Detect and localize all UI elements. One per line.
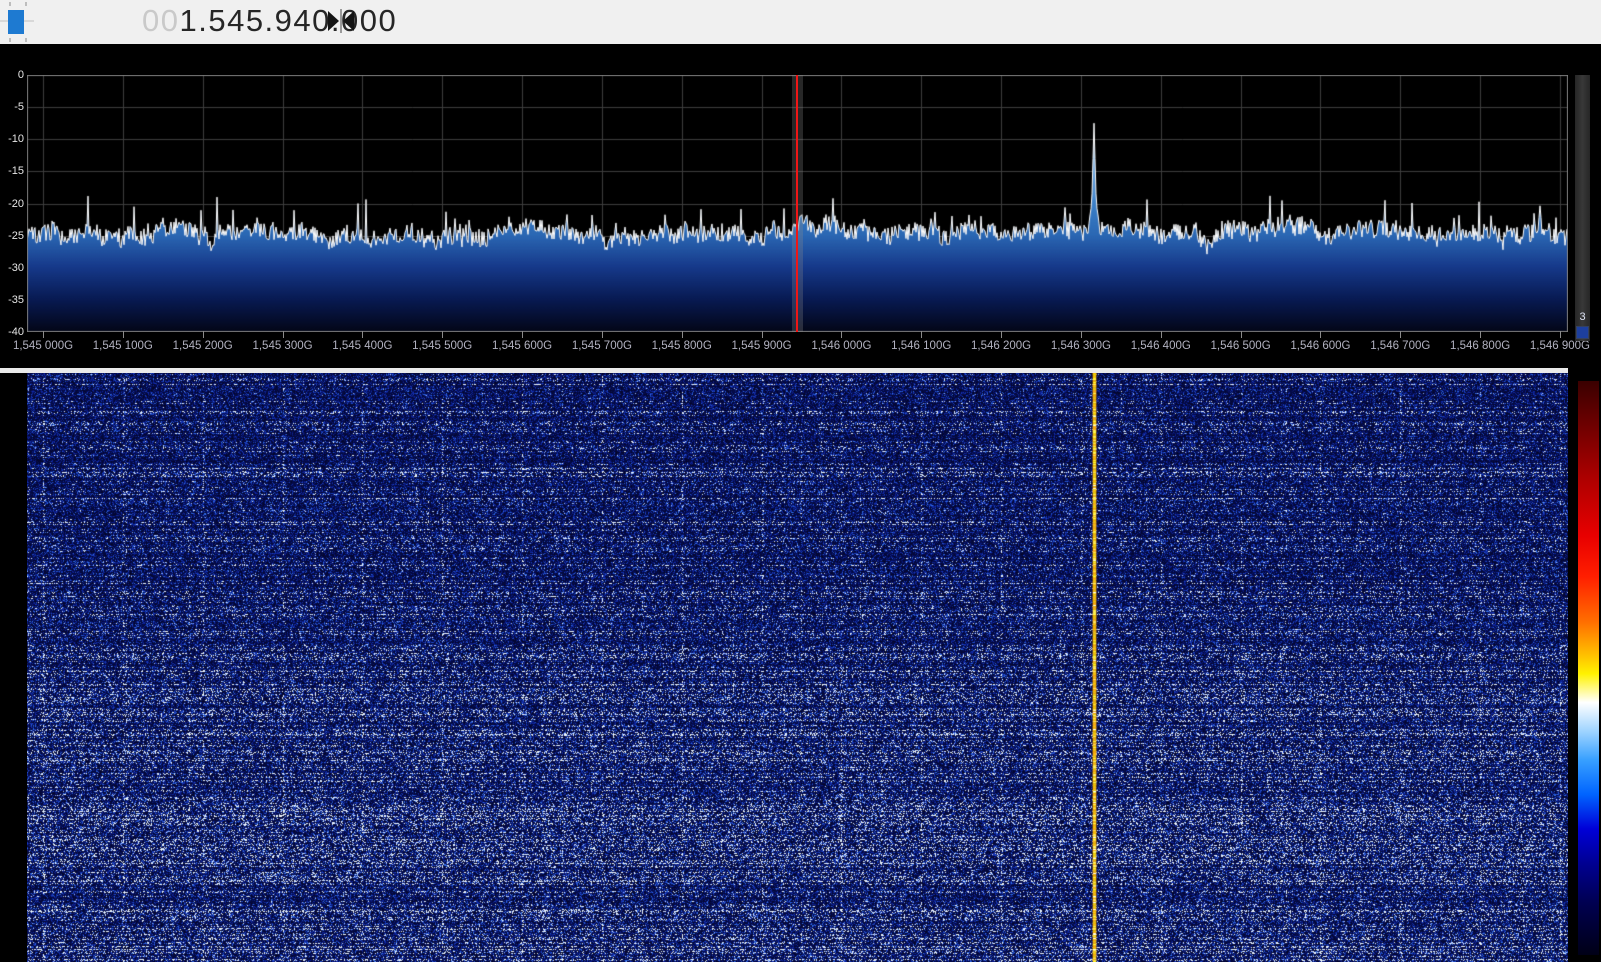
x-axis-tick-label: 1,545 200G [173,340,233,352]
x-axis-tick-label: 1,546 500G [1211,340,1271,352]
x-axis-tick [682,331,683,338]
x-axis-tick [522,331,523,338]
x-axis-tick-label: 1,546 200G [971,340,1031,352]
zoom-slider[interactable]: 3 [1575,75,1590,341]
x-axis-tick-label: 1,545 900G [731,340,791,352]
x-axis-tick [283,331,284,338]
slider-tick [25,38,27,42]
x-axis-tick-label: 1,546 600G [1290,340,1350,352]
x-axis-tick-label: 1,545 500G [412,340,472,352]
y-axis-tick-label: -25 [0,230,24,242]
x-axis-tick [841,331,842,338]
x-axis-tick-label: 1,545 100G [93,340,153,352]
frequency-toolbar: 001.545.940.000 [0,0,1601,44]
x-axis-tick [442,331,443,338]
slider-tick [9,38,11,42]
x-axis-tick-label: 1,546 100G [891,340,951,352]
x-axis-tick [1480,331,1481,338]
x-axis-tick [762,331,763,338]
zoom-slider-value: 3 [1575,311,1590,323]
snap-center-icon[interactable] [328,9,356,34]
x-axis-tick [602,331,603,338]
y-axis-tick-label: -5 [0,101,24,113]
x-axis-tick-label: 1,546 300G [1051,340,1111,352]
frequency-value[interactable]: 1.545.940.000 [179,3,397,38]
slider-tick [9,2,11,6]
x-axis-tick-label: 1,546 800G [1450,340,1510,352]
x-axis-tick-label: 1,545 800G [652,340,712,352]
volume-slider-thumb[interactable] [8,10,24,34]
volume-slider[interactable] [0,0,36,44]
spectrum-panel: 0 -5 -10 -15 -20 -25 -30 -35 -40 1,545 000G 1,545… [0,44,1601,368]
snap-left-triangle [328,11,339,31]
x-axis-tick-label: 1,545 600G [492,340,552,352]
slider-tick [25,2,27,6]
zoom-slider-thumb[interactable] [1576,326,1589,339]
tuned-frequency-line[interactable] [796,75,798,332]
frequency-display[interactable]: 001.545.940.000 [142,3,397,39]
x-axis-tick [43,331,44,338]
x-axis-tick [1001,331,1002,338]
frequency-leading-zeros[interactable]: 00 [142,3,179,38]
y-axis-tick-label: -30 [0,262,24,274]
snap-right-triangle [343,11,354,31]
snap-center-bar [340,9,342,33]
x-axis-tick [1560,331,1561,338]
x-axis-tick-label: 1,546 700G [1370,340,1430,352]
x-axis-tick-label: 1,545 700G [572,340,632,352]
y-axis-tick-label: -20 [0,198,24,210]
x-axis-tick-label: 1,545 000G [13,340,73,352]
x-axis-tick-label: 1,546 900G [1530,340,1590,352]
x-axis-tick-label: 1,546 000G [811,340,871,352]
x-axis-tick [362,331,363,338]
x-axis-tick [1320,331,1321,338]
waterfall-colorbar [1578,381,1599,955]
x-axis-tick [123,331,124,338]
y-axis-tick-label: -40 [0,326,24,338]
x-axis-tick [203,331,204,338]
x-axis-tick-label: 1,545 400G [332,340,392,352]
x-axis-tick-label: 1,546 400G [1131,340,1191,352]
waterfall-display[interactable] [27,373,1568,962]
y-axis-tick-label: -10 [0,133,24,145]
x-axis-tick [1161,331,1162,338]
waterfall-panel [0,373,1601,962]
x-axis-tick [921,331,922,338]
x-axis-tick [1081,331,1082,338]
x-axis-tick-label: 1,545 300G [252,340,312,352]
y-axis-tick-label: -15 [0,165,24,177]
x-axis-tick [1400,331,1401,338]
y-axis-tick-label: -35 [0,294,24,306]
y-axis-tick-label: 0 [0,69,24,81]
x-axis-tick [1241,331,1242,338]
